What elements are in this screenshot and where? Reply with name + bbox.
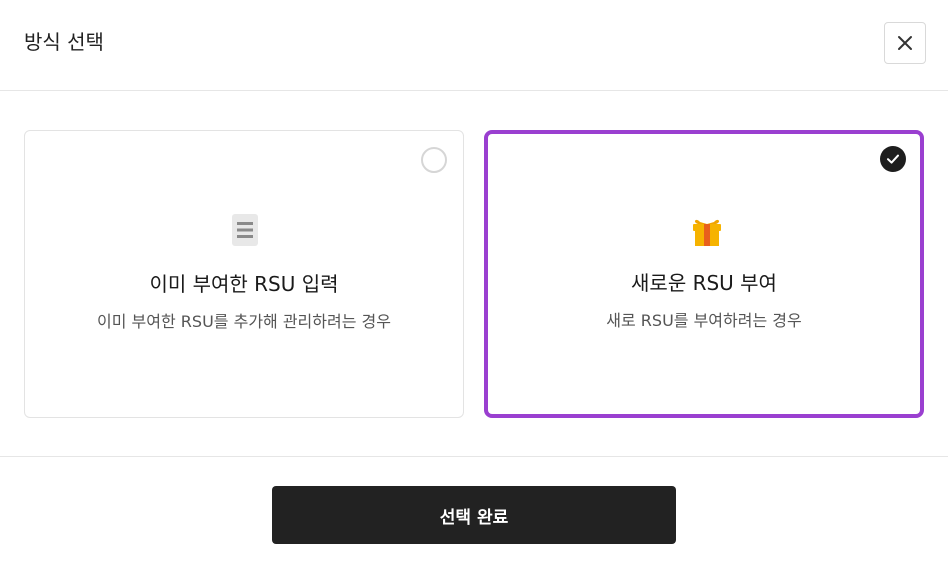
check-icon[interactable] [880,146,906,172]
modal-title: 방식 선택 [24,30,104,54]
option-title: 이미 부여한 RSU 입력 [149,272,339,296]
gift-icon [693,219,721,246]
method-select-modal: 방식 선택 이미 부여한 RSU 입력 이미 부여한 RSU를 추가해 관리하려… [0,0,948,568]
close-icon [898,36,912,50]
modal-header: 방식 선택 [0,0,948,91]
checkmark-icon [887,154,899,164]
option-card-new-rsu[interactable]: 새로운 RSU 부여 새로 RSU를 부여하려는 경우 [484,130,924,418]
document-list-icon [232,214,258,246]
radio-unchecked[interactable] [421,147,447,173]
option-description: 이미 부여한 RSU를 추가해 관리하려는 경우 [97,312,391,331]
close-button[interactable] [884,22,926,64]
option-title: 새로운 RSU 부여 [631,271,777,295]
footer-divider [0,456,948,457]
option-card-existing-rsu[interactable]: 이미 부여한 RSU 입력 이미 부여한 RSU를 추가해 관리하려는 경우 [24,130,464,418]
confirm-selection-button[interactable]: 선택 완료 [272,486,676,544]
option-description: 새로 RSU를 부여하려는 경우 [606,311,802,330]
